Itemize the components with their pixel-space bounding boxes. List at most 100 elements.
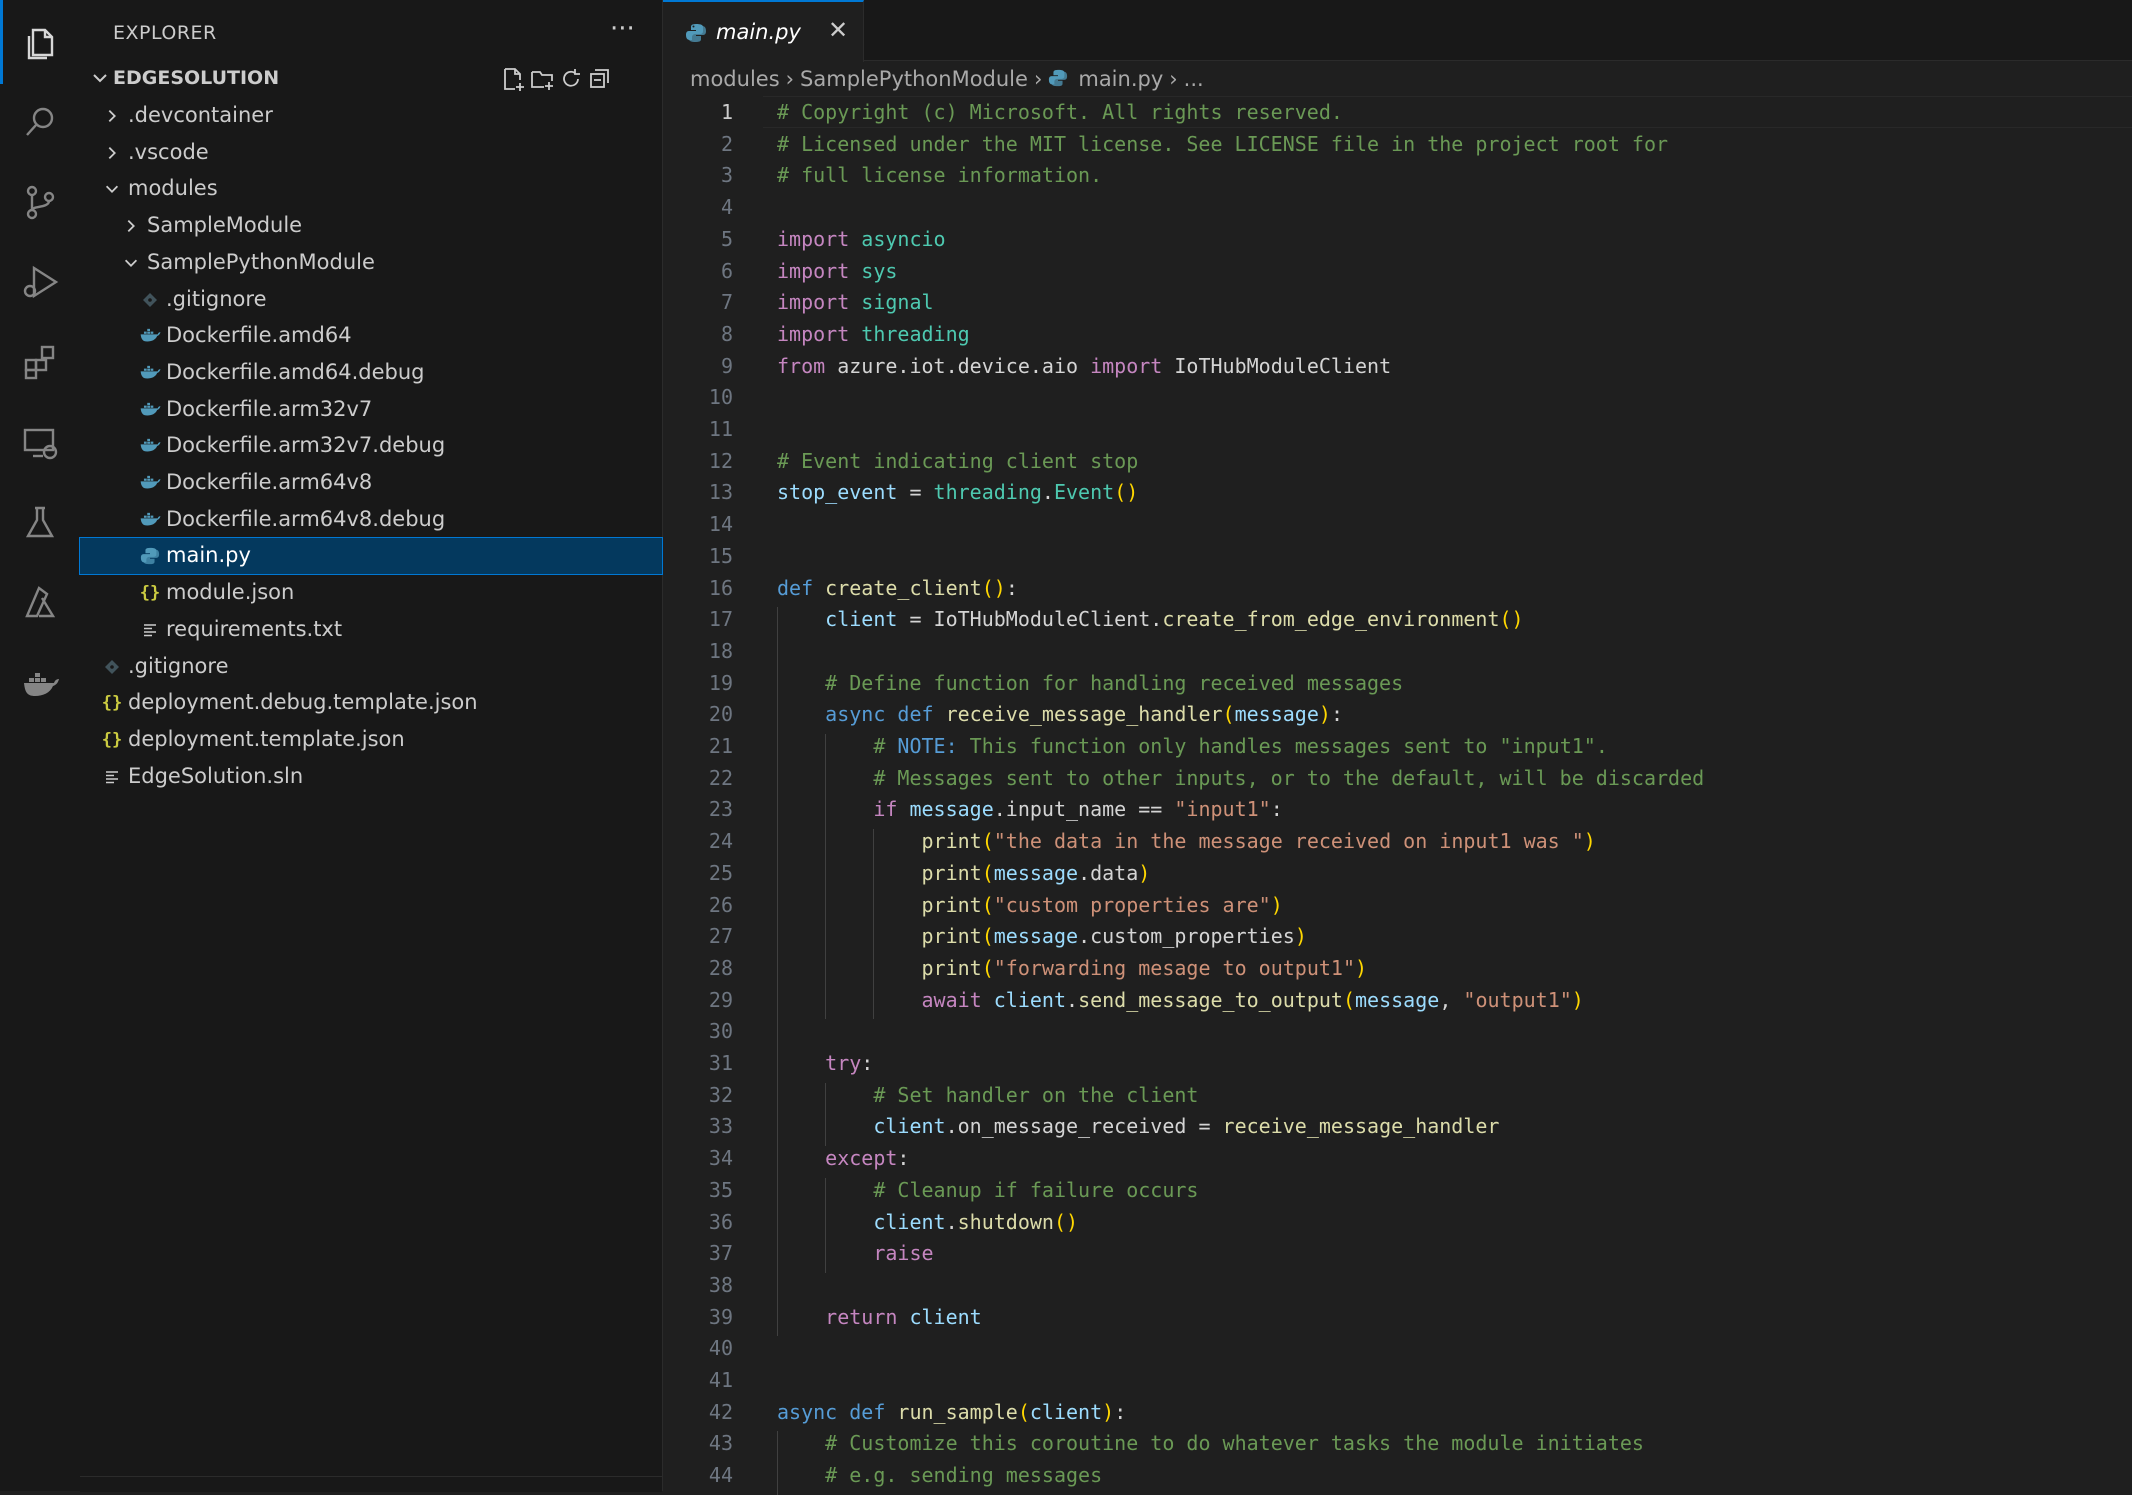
code-token: ) bbox=[1102, 1399, 1115, 1424]
code-line: print(message.custom_properties) bbox=[777, 924, 1307, 948]
collapse-all-icon[interactable] bbox=[582, 62, 618, 96]
tree-file[interactable]: {} deployment.template.json bbox=[80, 722, 662, 758]
code-line: import asyncio bbox=[777, 227, 946, 251]
chevron-right-icon bbox=[100, 142, 124, 164]
code-token: receive_message_handler bbox=[945, 702, 1223, 727]
code-token: def bbox=[777, 575, 814, 600]
code-token: send_message_to_output bbox=[1078, 987, 1343, 1012]
code-token: ( bbox=[981, 829, 994, 854]
outline-section-header[interactable] bbox=[80, 1476, 662, 1492]
code-token: .custom_properties bbox=[1078, 924, 1295, 949]
tree-item-label: EdgeSolution.sln bbox=[128, 763, 304, 788]
azure-icon[interactable] bbox=[0, 562, 80, 642]
breadcrumb-item-file[interactable]: main.py bbox=[1078, 67, 1163, 91]
code-line: def create_client(): bbox=[777, 576, 1018, 600]
code-token: shutdown bbox=[957, 1209, 1054, 1234]
more-actions-icon[interactable]: ··· bbox=[610, 14, 635, 44]
explorer-icon[interactable] bbox=[0, 2, 80, 82]
line-number: 25 bbox=[708, 860, 733, 885]
code-line: from azure.iot.device.aio import IoTHubM… bbox=[777, 354, 1391, 378]
python-file-icon bbox=[685, 22, 707, 48]
code-token: message bbox=[993, 924, 1079, 949]
search-icon[interactable] bbox=[0, 82, 80, 162]
tree-item-label: SamplePythonModule bbox=[147, 249, 375, 274]
tree-folder[interactable]: modules bbox=[80, 171, 662, 207]
git-file-icon bbox=[138, 289, 162, 311]
chevron-down-icon bbox=[119, 252, 143, 274]
python-file-icon bbox=[138, 545, 162, 567]
code-token: import bbox=[777, 226, 850, 251]
tree-file[interactable]: Dockerfile.amd64 bbox=[80, 318, 662, 354]
close-icon[interactable]: ✕ bbox=[828, 16, 848, 44]
line-number: 31 bbox=[708, 1051, 733, 1075]
code-line: raise bbox=[777, 1241, 933, 1265]
code-token: "custom properties are" bbox=[993, 892, 1271, 917]
breadcrumb-item-symbol[interactable]: ... bbox=[1184, 67, 1204, 91]
tree-folder[interactable]: .devcontainer bbox=[80, 98, 662, 134]
tree-folder[interactable]: SamplePythonModule bbox=[80, 245, 662, 281]
tree-folder[interactable]: .vscode bbox=[80, 135, 662, 171]
code-line: stop_event = threading.Event() bbox=[777, 480, 1138, 504]
line-number: 2 bbox=[720, 131, 733, 156]
code-token: import bbox=[777, 258, 850, 283]
code-token: stop_event bbox=[777, 480, 898, 505]
code-line: import threading bbox=[777, 322, 970, 346]
tree-item-label: .gitignore bbox=[166, 286, 267, 311]
code-token: ) bbox=[1583, 829, 1596, 854]
code-token: # Define function for handling received … bbox=[825, 670, 1404, 695]
tree-file[interactable]: {} module.json bbox=[80, 575, 662, 611]
code-token: . bbox=[1041, 480, 1054, 505]
breadcrumb-item-module[interactable]: SamplePythonModule bbox=[800, 67, 1028, 91]
code-token: print bbox=[921, 924, 982, 949]
remote-explorer-icon[interactable] bbox=[0, 402, 80, 482]
docker-icon bbox=[138, 509, 162, 531]
line-number: 3 bbox=[720, 163, 733, 188]
tree-file[interactable]: Dockerfile.arm32v7 bbox=[80, 392, 662, 428]
tree-file[interactable]: Dockerfile.arm64v8.debug bbox=[80, 502, 662, 538]
tree-file[interactable]: .gitignore bbox=[80, 649, 662, 685]
code-token: .on_message_received = bbox=[945, 1114, 1223, 1139]
code-token: ) bbox=[1138, 860, 1151, 885]
code-line: print("forwarding mesage to output1") bbox=[777, 956, 1368, 980]
tree-file[interactable]: main.py bbox=[79, 537, 663, 576]
code-token: () bbox=[1053, 1209, 1079, 1234]
code-line: if message.input_name == "input1": bbox=[777, 797, 1282, 821]
code-token: client bbox=[873, 1114, 946, 1139]
line-number: 6 bbox=[720, 258, 733, 283]
chevron-down-icon bbox=[93, 74, 107, 83]
tree-file[interactable]: {} deployment.debug.template.json bbox=[80, 685, 662, 721]
code-line: print("the data in the message received … bbox=[777, 829, 1596, 853]
testing-icon[interactable] bbox=[0, 482, 80, 562]
code-line: # e.g. sending messages bbox=[777, 1463, 1102, 1487]
run-debug-icon[interactable] bbox=[0, 242, 80, 322]
tree-folder[interactable]: SampleModule bbox=[80, 208, 662, 244]
source-control-icon[interactable] bbox=[0, 162, 80, 242]
code-token: = bbox=[897, 607, 934, 632]
tree-file[interactable]: EdgeSolution.sln bbox=[80, 759, 662, 795]
line-number: 29 bbox=[708, 987, 733, 1012]
breadcrumb-item-modules[interactable]: modules bbox=[690, 67, 780, 91]
tree-file[interactable]: Dockerfile.arm64v8 bbox=[80, 465, 662, 501]
code-token: ( bbox=[981, 860, 994, 885]
tree-file[interactable]: Dockerfile.amd64.debug bbox=[80, 355, 662, 391]
code-line: print(message.data) bbox=[777, 860, 1151, 885]
tree-file[interactable]: Dockerfile.arm32v7.debug bbox=[80, 428, 662, 464]
tree-file[interactable]: requirements.txt bbox=[80, 612, 662, 648]
tree-file[interactable]: .gitignore bbox=[80, 282, 662, 318]
tab-main-py[interactable]: main.py ✕ bbox=[663, 0, 864, 62]
code-token: print bbox=[921, 892, 982, 917]
extensions-icon[interactable] bbox=[0, 322, 80, 402]
line-number: 35 bbox=[708, 1177, 733, 1202]
line-number: 37 bbox=[708, 1241, 733, 1266]
line-number: 18 bbox=[708, 638, 733, 663]
code-token: # Event indicating client stop bbox=[777, 448, 1139, 473]
docker-icon[interactable] bbox=[0, 642, 80, 722]
json-file-icon: {} bbox=[101, 729, 123, 750]
